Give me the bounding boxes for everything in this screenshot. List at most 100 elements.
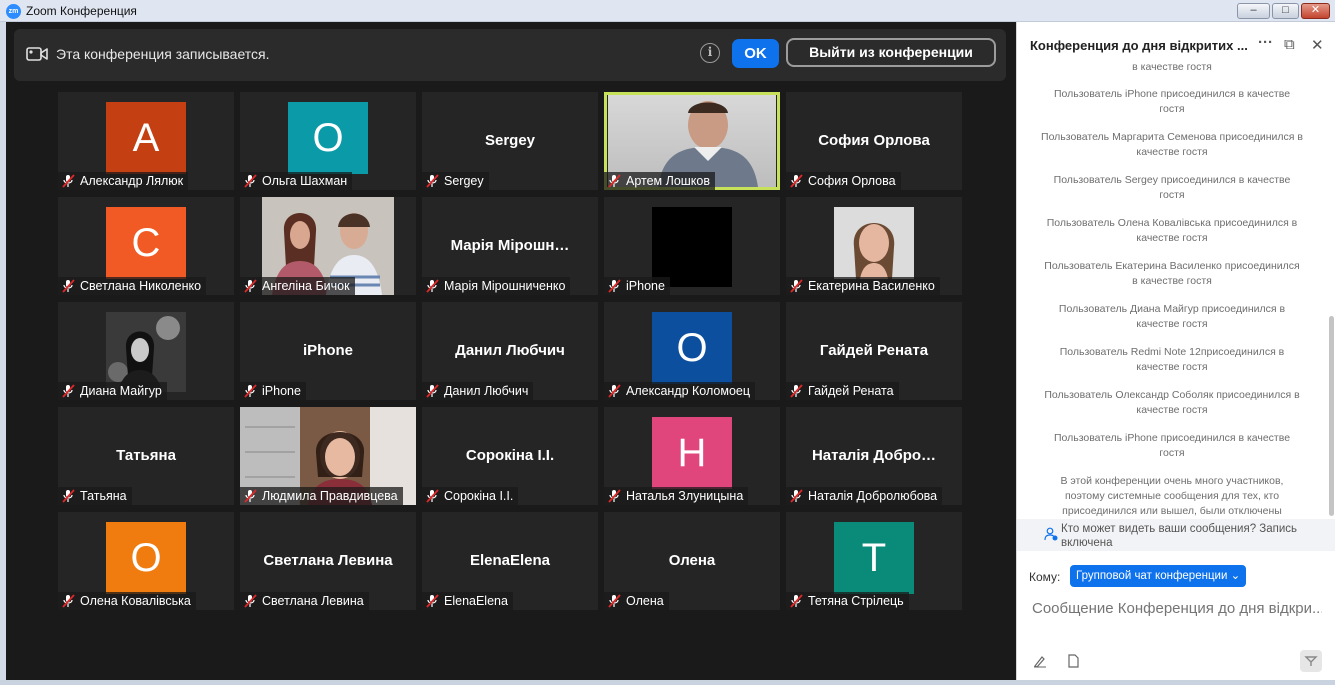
participant-tile[interactable]: O Ольга Шахман [240,92,416,190]
chat-title: Конференция до дня відкритих ... [1030,38,1248,53]
participant-name: Екатерина Василенко [808,279,935,293]
participant-name-label: Ольга Шахман [240,172,353,190]
participant-tile[interactable]: Ангеліна Бичок [240,197,416,295]
info-icon[interactable]: i [700,43,720,63]
participant-avatar: C [106,207,186,279]
file-attach-icon[interactable] [1066,654,1080,668]
muted-mic-icon [790,174,803,188]
participant-name-label: Светлана Николенко [58,277,207,295]
participant-tile[interactable]: A Александр Лялюк [58,92,234,190]
zoom-logo-icon: zm [6,4,21,19]
participant-tile[interactable]: iPhone iPhone [240,302,416,400]
participant-name: Ольга Шахман [262,174,348,188]
participant-tile[interactable]: Данил Любчич Данил Любчич [422,302,598,400]
participant-display-name: Светлана Левина [263,552,393,569]
participant-name-label: Александр Лялюк [58,172,189,190]
participant-name-label: Гайдей Рената [786,382,899,400]
participant-tile[interactable]: София Орлова София Орлова [786,92,962,190]
person-info-icon [1044,527,1058,541]
message-input[interactable] [1032,595,1322,621]
participant-tile[interactable]: Олена Олена [604,512,780,610]
participant-name: София Орлова [808,174,896,188]
participant-avatar: T [834,522,914,594]
participant-tile[interactable]: Сорокіна І.І. Сорокіна І.І. [422,407,598,505]
muted-mic-icon [426,384,439,398]
send-button[interactable] [1300,650,1322,672]
muted-mic-icon [790,279,803,293]
participant-video [652,207,732,287]
participant-tile[interactable]: O Олена Ковалівська [58,512,234,610]
chat-messages: в качестве гостя Пользователь iPhone прис… [1017,62,1327,519]
message-visibility-notice[interactable]: Кто может видеть ваши сообщения? Запись … [1017,519,1335,551]
participant-photo [834,207,914,279]
participant-name: Тетяна Стрілець [808,594,904,608]
participant-name-label: Людмила Правдивцева [240,487,403,505]
participant-display-name: Марія Мірошн… [450,237,570,254]
participant-tile[interactable]: T Тетяна Стрілець [786,512,962,610]
close-chat-icon[interactable]: ✕ [1311,36,1324,54]
maximize-button[interactable]: □ [1272,3,1299,19]
participant-tile[interactable]: C Светлана Николенко [58,197,234,295]
message-visibility-text: Кто может видеть ваши сообщения? Запись … [1061,523,1298,549]
participant-name: Сорокіна І.І. [444,489,514,503]
participant-tile[interactable]: Наталія Добро… Наталія Добролюбова [786,407,962,505]
system-message: Пользователь Олена Ковалівська присоедин… [1046,217,1298,244]
participant-name-label: Олена Ковалівська [58,592,196,610]
participant-name: Марія Мірошниченко [444,279,566,293]
minimize-button[interactable]: – [1237,3,1270,19]
muted-mic-icon [608,594,621,608]
muted-mic-icon [244,279,257,293]
participant-name-label: Татьяна [58,487,132,505]
recipient-dropdown[interactable]: Групповой чат конференции ⌄ [1070,565,1247,587]
muted-mic-icon [62,384,75,398]
participant-avatar: O [652,312,732,384]
system-message: Пользователь iPhone присоединился в каче… [1053,432,1291,459]
muted-mic-icon [790,594,803,608]
participant-name-label: Данил Любчич [422,382,534,400]
popout-icon[interactable]: ⧉ [1284,36,1295,53]
muted-mic-icon [244,384,257,398]
participant-name: Ангеліна Бичок [262,279,350,293]
send-icon [1304,656,1318,666]
participant-tile[interactable]: ElenaElena ElenaElena [422,512,598,610]
participant-tile[interactable]: H Наталья Злуницына [604,407,780,505]
participant-name: Александр Коломоец [626,384,751,398]
participant-tile[interactable]: Татьяна Татьяна [58,407,234,505]
participant-name: Наталія Добролюбова [808,489,938,503]
participant-tile[interactable]: iPhone [604,197,780,295]
recording-notice-text: Эта конференция записывается. [56,46,270,62]
format-text-icon[interactable] [1033,654,1047,668]
leave-meeting-button[interactable]: Выйти из конференции [786,38,996,67]
participant-name: Sergey [444,174,484,188]
participant-name: Татьяна [80,489,127,503]
participant-tile[interactable]: Sergey Sergey [422,92,598,190]
participant-tile[interactable]: O Александр Коломоец [604,302,780,400]
participant-name-label: Сорокіна І.І. [422,487,519,505]
participant-display-name: Татьяна [116,447,176,464]
more-options-icon[interactable]: ··· [1258,34,1273,51]
meeting-area: Эта конференция записывается. i OK Выйти… [6,22,1016,680]
participant-display-name: Наталія Добро… [811,447,937,464]
participant-tile[interactable]: Диана Майгур [58,302,234,400]
participant-tile[interactable]: Артем Лошков [604,92,780,190]
ok-button[interactable]: OK [732,39,779,68]
participant-photo [106,312,186,392]
muted-mic-icon [790,489,803,503]
participant-tile[interactable]: Екатерина Василенко [786,197,962,295]
window-bottom-edge [0,680,1335,685]
chat-scrollbar[interactable] [1329,316,1334,516]
participant-tile[interactable]: Гайдей Рената Гайдей Рената [786,302,962,400]
participant-name: Александр Лялюк [80,174,184,188]
muted-mic-icon [244,174,257,188]
participant-name: ElenaElena [444,594,508,608]
participant-name: Данил Любчич [444,384,529,398]
recording-camera-icon [26,47,48,61]
participant-name: Олена [626,594,664,608]
participant-name-label: Марія Мірошниченко [422,277,571,295]
participant-tile[interactable]: Марія Мірошн… Марія Мірошниченко [422,197,598,295]
participant-name: Светлана Николенко [80,279,202,293]
close-window-button[interactable]: ✕ [1301,3,1330,19]
participant-tile[interactable]: Светлана Левина Светлана Левина [240,512,416,610]
participant-name-label: Александр Коломоец [604,382,756,400]
participant-tile[interactable]: Людмила Правдивцева [240,407,416,505]
